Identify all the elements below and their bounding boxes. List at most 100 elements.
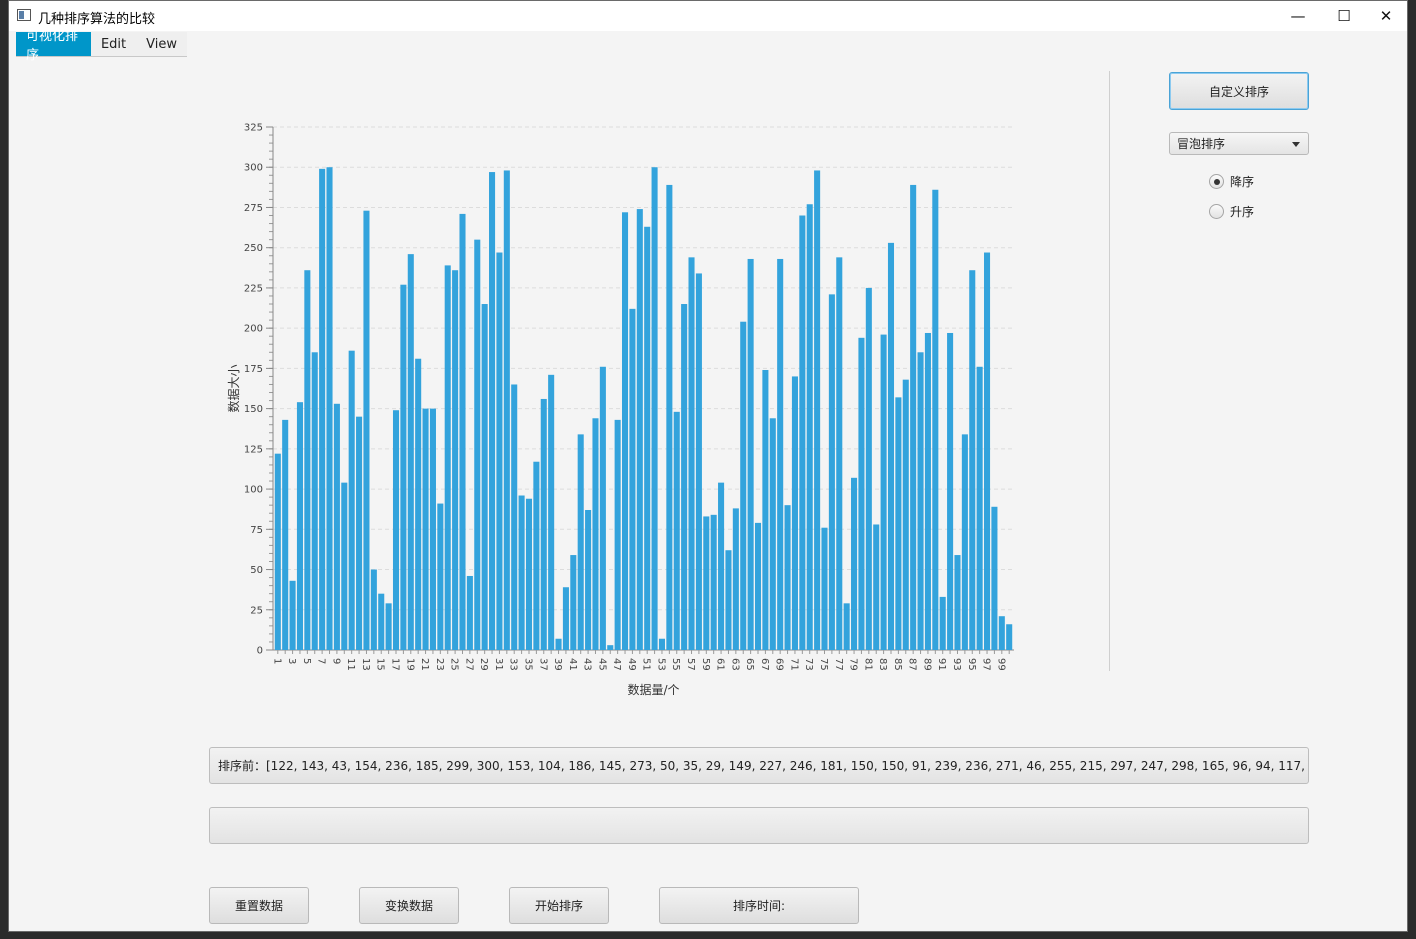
x-tick-label: 83 <box>877 658 888 671</box>
bar <box>289 580 296 650</box>
bar <box>489 172 496 650</box>
bar <box>644 226 651 650</box>
radio-ascending-indicator[interactable] <box>1209 204 1224 219</box>
minimize-icon[interactable]: — <box>1275 1 1321 31</box>
chevron-down-icon <box>1292 142 1300 147</box>
bar <box>969 270 976 650</box>
bar <box>400 284 407 650</box>
x-tick-label: 67 <box>759 658 770 671</box>
bar <box>976 366 983 650</box>
x-tick-label: 23 <box>434 658 445 671</box>
x-tick-label: 91 <box>936 658 947 671</box>
bar <box>585 509 592 650</box>
bar <box>710 514 717 650</box>
bar <box>821 527 828 650</box>
algorithm-select-value: 冒泡排序 <box>1177 137 1226 151</box>
bar <box>799 215 806 650</box>
x-tick-label: 17 <box>390 658 401 671</box>
x-tick-label: 29 <box>478 658 489 671</box>
y-tick-label: 125 <box>244 444 263 455</box>
bar <box>555 638 562 650</box>
bar <box>437 503 444 650</box>
bar <box>622 212 629 650</box>
bar <box>319 168 326 650</box>
y-tick-label: 150 <box>244 404 263 415</box>
bar <box>444 265 451 650</box>
bar <box>695 273 702 650</box>
bar <box>902 379 909 650</box>
custom-sort-button[interactable]: 自定义排序 <box>1169 72 1309 110</box>
before-sort-field[interactable]: 排序前：[122, 143, 43, 154, 236, 185, 299, 3… <box>209 747 1309 784</box>
y-tick-label: 325 <box>244 123 263 134</box>
x-tick-label: 59 <box>700 658 711 671</box>
x-tick-label: 11 <box>345 658 356 671</box>
x-tick-label: 73 <box>803 658 814 671</box>
maximize-icon[interactable]: ☐ <box>1321 1 1367 31</box>
x-tick-label: 93 <box>951 658 962 671</box>
x-tick-label: 33 <box>508 658 519 671</box>
bar <box>740 321 747 650</box>
bar <box>880 334 887 650</box>
x-tick-label: 99 <box>995 658 1006 671</box>
bar <box>939 596 946 650</box>
bar <box>518 495 525 650</box>
bar <box>895 397 902 650</box>
bar <box>991 506 998 650</box>
x-tick-label: 65 <box>744 658 755 671</box>
bar <box>791 376 798 650</box>
bar <box>452 270 459 650</box>
y-tick-label: 100 <box>244 485 263 496</box>
bar <box>466 575 473 650</box>
y-tick-label: 25 <box>250 605 263 616</box>
start-sort-button[interactable]: 开始排序 <box>509 887 609 924</box>
bar <box>385 603 392 650</box>
bar <box>961 434 968 650</box>
x-tick-label: 19 <box>404 658 415 671</box>
bar <box>718 482 725 650</box>
x-tick-label: 89 <box>921 658 932 671</box>
bar <box>378 593 385 650</box>
shuffle-data-button[interactable]: 变换数据 <box>359 887 459 924</box>
radio-ascending[interactable]: 升序 <box>1209 203 1254 220</box>
bar <box>474 239 481 650</box>
radio-descending[interactable]: 降序 <box>1209 173 1254 190</box>
x-tick-label: 85 <box>892 658 903 671</box>
x-tick-label: 31 <box>493 658 504 671</box>
bar <box>341 482 348 650</box>
reset-data-button[interactable]: 重置数据 <box>209 887 309 924</box>
algorithm-select[interactable]: 冒泡排序 <box>1169 132 1309 155</box>
bar <box>511 384 518 650</box>
bar <box>562 587 569 650</box>
app-window: 几种排序算法的比较 — ☐ ✕ 可视化排序 Edit View 0 25 50 75 1… <box>8 0 1408 932</box>
bar <box>282 419 289 650</box>
bar <box>873 524 880 650</box>
x-tick-label: 55 <box>670 658 681 671</box>
y-tick-label: 300 <box>244 163 263 174</box>
bar <box>703 516 710 650</box>
bar <box>924 332 931 650</box>
bar <box>304 270 311 650</box>
bar <box>725 550 732 650</box>
bar <box>333 403 340 650</box>
x-tick-label: 7 <box>316 658 327 664</box>
sort-time-button[interactable]: 排序时间: <box>659 887 859 924</box>
radio-descending-indicator[interactable] <box>1209 174 1224 189</box>
bar <box>348 350 355 650</box>
x-tick-label: 57 <box>685 658 696 671</box>
y-tick-label: 50 <box>250 565 263 576</box>
after-sort-field[interactable] <box>209 807 1309 844</box>
bar <box>836 257 843 650</box>
bar <box>1006 624 1013 650</box>
x-tick-label: 21 <box>419 658 430 671</box>
x-tick-label: 25 <box>449 658 460 671</box>
y-tick-label: 200 <box>244 324 263 335</box>
bar <box>415 358 422 650</box>
bar <box>296 402 303 650</box>
close-icon[interactable]: ✕ <box>1363 1 1409 31</box>
y-tick-label: 175 <box>244 364 263 375</box>
bar <box>673 411 680 650</box>
bar <box>326 167 333 650</box>
bar <box>356 416 363 650</box>
bar <box>548 374 555 650</box>
radio-ascending-label: 升序 <box>1230 205 1255 219</box>
